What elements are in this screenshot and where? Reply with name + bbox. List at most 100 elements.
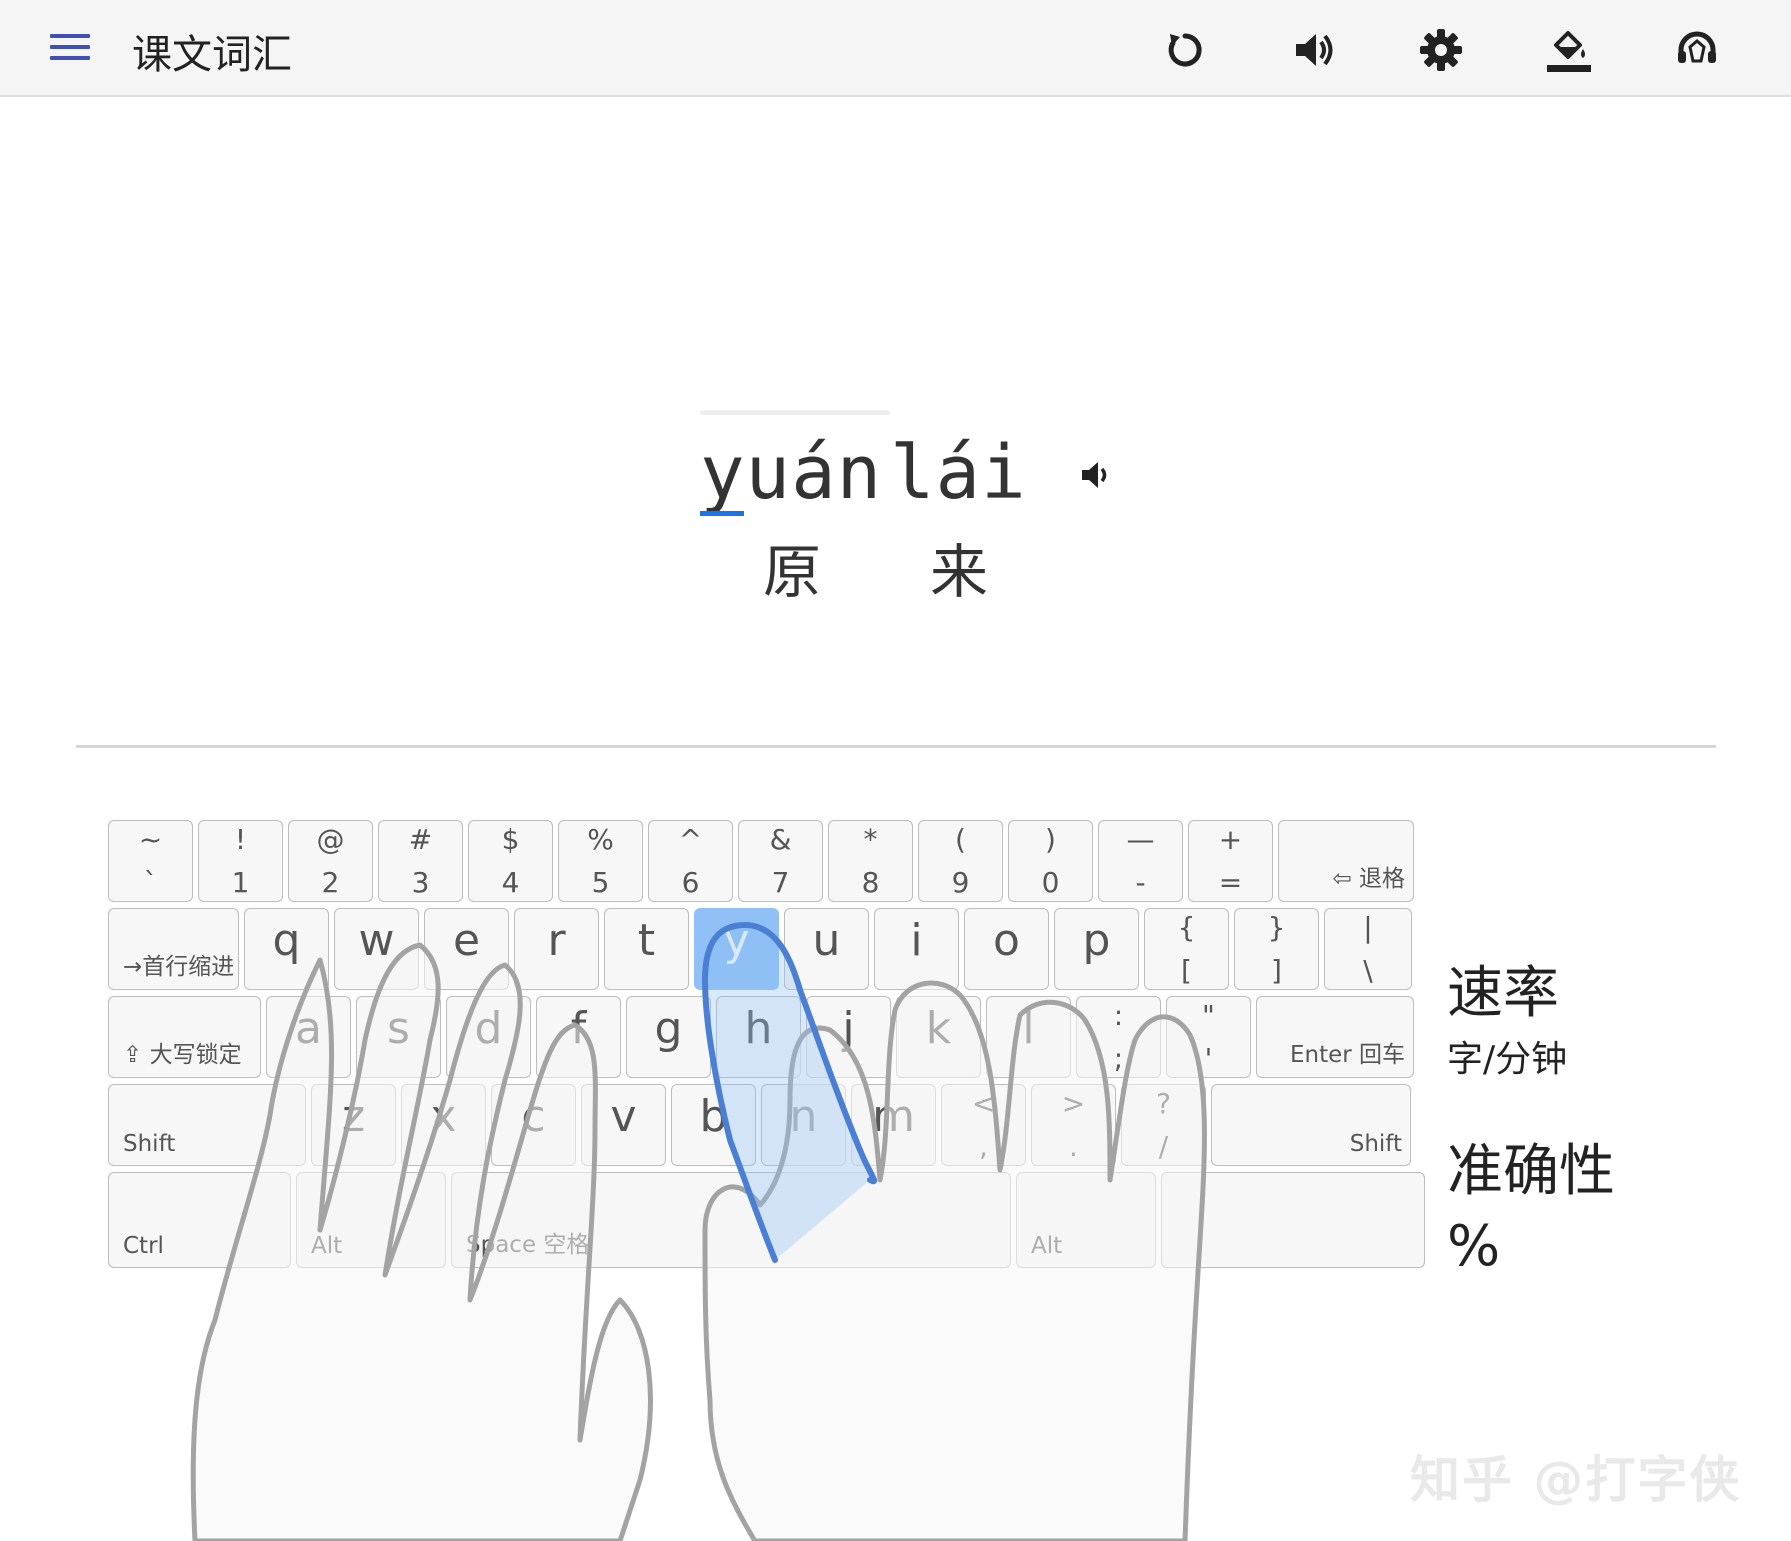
key-e[interactable]: e [424, 908, 509, 990]
key-\[interactable]: | \ [1324, 908, 1412, 990]
key--[interactable]: — - [1098, 820, 1183, 902]
key-2[interactable]: @2 [288, 820, 373, 902]
key-o[interactable]: o [964, 908, 1049, 990]
key-label: ⇦ 退格 [1332, 866, 1405, 892]
key-.[interactable]: >. [1031, 1084, 1116, 1166]
key-z[interactable]: z [311, 1084, 396, 1166]
divider [76, 745, 1716, 748]
key-3[interactable]: #3 [378, 820, 463, 902]
key-1[interactable]: ! 1 [198, 820, 283, 902]
key-v[interactable]: v [581, 1084, 666, 1166]
key-m[interactable]: m [851, 1084, 936, 1166]
key-q[interactable]: q [244, 908, 329, 990]
key-;[interactable]: :; [1076, 996, 1161, 1078]
key-label: Enter 回车 [1289, 1042, 1405, 1068]
key-f[interactable]: f [536, 996, 621, 1078]
accuracy-label: 准确性 [1447, 1139, 1615, 1204]
key-alt[interactable]: Alt [296, 1172, 446, 1268]
key-label: t [637, 915, 656, 966]
key-base-label: - [1135, 866, 1146, 899]
key-base-label: / [1158, 1130, 1169, 1163]
key-label: a [295, 1003, 322, 1054]
key-shift-label: ( [955, 823, 966, 856]
key-shift-label: | [1363, 911, 1373, 944]
word-display: yuán lái 原 来 [690, 410, 1140, 610]
menu-icon[interactable] [50, 34, 90, 66]
key-w[interactable]: w [334, 908, 419, 990]
key-label: x [430, 1091, 457, 1142]
key-label: h [744, 1003, 773, 1054]
key-8[interactable]: * 8 [828, 820, 913, 902]
key-[[interactable]: {[ [1144, 908, 1229, 990]
key-base-label: ` [143, 866, 158, 899]
key-x[interactable]: x [401, 1084, 486, 1166]
key-shift[interactable]: Shift [108, 1084, 306, 1166]
key-r[interactable]: r [514, 908, 599, 990]
key-shift-label: ^ [678, 823, 703, 856]
key-,[interactable]: <, [941, 1084, 1026, 1166]
speaker-icon[interactable] [1078, 456, 1116, 494]
key-base-label: [ [1181, 954, 1192, 987]
key-p[interactable]: p [1054, 908, 1139, 990]
key-0[interactable]: ) 0 [1008, 820, 1093, 902]
key-[interactable]: →首行缩进 [108, 908, 239, 990]
key-label: s [387, 1003, 410, 1054]
key-alt[interactable]: Alt [1016, 1172, 1156, 1268]
key-label: j [842, 1003, 855, 1054]
speed-unit: 字/分钟 [1447, 1039, 1568, 1080]
key-4[interactable]: $4 [468, 820, 553, 902]
key-n[interactable]: n [761, 1084, 846, 1166]
key-a[interactable]: a [266, 996, 351, 1078]
key-h[interactable]: h [716, 996, 801, 1078]
key-9[interactable]: (9 [918, 820, 1003, 902]
key-`[interactable]: ~ ` [108, 820, 193, 902]
paint-bucket-icon[interactable] [1544, 25, 1594, 75]
key-'[interactable]: " ' [1166, 996, 1251, 1078]
speed-label: 速率 [1447, 961, 1559, 1026]
key-label: →首行缩进 [123, 954, 235, 980]
key-/[interactable]: ? / [1121, 1084, 1206, 1166]
headset-icon[interactable] [1672, 25, 1722, 75]
key-6[interactable]: ^ 6 [648, 820, 733, 902]
key-[interactable]: ⇦ 退格 [1278, 820, 1414, 902]
key-label: u [812, 915, 841, 966]
key-k[interactable]: k [896, 996, 981, 1078]
key-label: Alt [311, 1233, 343, 1259]
key-y[interactable]: y [694, 908, 779, 990]
key-label: q [272, 915, 301, 966]
key-shift-label: : [1113, 999, 1124, 1032]
key-s[interactable]: s [356, 996, 441, 1078]
key-i[interactable]: i [874, 908, 959, 990]
key-b[interactable]: b [671, 1084, 756, 1166]
key-base-label: 4 [501, 866, 520, 899]
key-j[interactable]: j [806, 996, 891, 1078]
refresh-icon[interactable] [1160, 25, 1210, 75]
key-label: d [474, 1003, 503, 1054]
key-l[interactable]: l [986, 996, 1071, 1078]
key-blank[interactable] [1161, 1172, 1425, 1268]
key-][interactable]: }] [1234, 908, 1319, 990]
key-shift[interactable]: Shift [1211, 1084, 1411, 1166]
key-5[interactable]: % 5 [558, 820, 643, 902]
gear-icon[interactable] [1416, 25, 1466, 75]
app-title: 课文词汇 [132, 32, 292, 78]
key-[interactable]: ⇪ 大写锁定 [108, 996, 261, 1078]
key-t[interactable]: t [604, 908, 689, 990]
key-=[interactable]: + = [1188, 820, 1273, 902]
key-shift-label: ) [1045, 823, 1056, 856]
key-u[interactable]: u [784, 908, 869, 990]
key-base-label: 0 [1041, 866, 1060, 899]
key-c[interactable]: c [491, 1084, 576, 1166]
key-label: Shift [1349, 1131, 1402, 1157]
key-space[interactable]: Space 空格 [451, 1172, 1011, 1268]
volume-icon[interactable] [1288, 25, 1338, 75]
pinyin-syllable: yuán [700, 430, 883, 516]
key-base-label: = [1218, 866, 1243, 899]
key-g[interactable]: g [626, 996, 711, 1078]
key-ctrl[interactable]: Ctrl [108, 1172, 291, 1268]
key-base-label: 8 [861, 866, 880, 899]
key-base-label: 7 [771, 866, 790, 899]
key-d[interactable]: d [446, 996, 531, 1078]
key-enter[interactable]: Enter 回车 [1256, 996, 1414, 1078]
key-7[interactable]: & 7 [738, 820, 823, 902]
